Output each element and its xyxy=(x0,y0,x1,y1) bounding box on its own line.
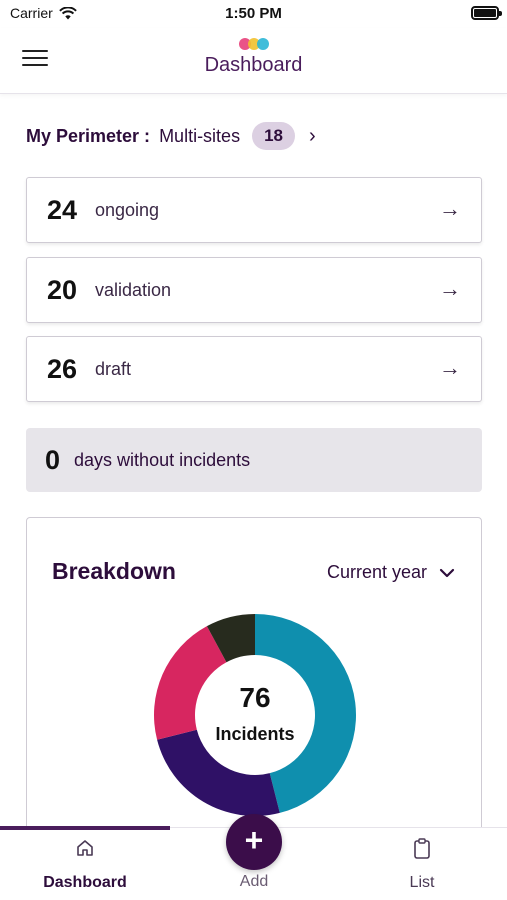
add-label: Add xyxy=(239,873,269,890)
status-card-draft[interactable]: 26 draft → xyxy=(26,336,482,402)
status-count: 20 xyxy=(47,274,78,305)
nav-list[interactable]: List xyxy=(357,838,487,892)
incident-total: 76 xyxy=(239,682,271,713)
incident-caption: Incidents xyxy=(215,724,295,744)
status-card-ongoing[interactable]: 24 ongoing → xyxy=(26,177,482,243)
clipboard-icon xyxy=(357,838,487,864)
period-value: Current year xyxy=(326,562,427,582)
arrow-right-icon: → xyxy=(439,355,461,380)
battery-icon xyxy=(471,6,502,20)
breakdown-card: Breakdown Current year 76 Incidents xyxy=(26,517,482,847)
days-without-incidents-card: 0 days without incidents xyxy=(26,428,482,492)
bottom-navigation: Dashboard + Add List xyxy=(0,814,507,900)
chevron-right-icon[interactable]: › xyxy=(309,125,316,148)
status-label: ongoing xyxy=(95,199,160,220)
app-logo xyxy=(239,38,271,50)
status-label: validation xyxy=(95,279,172,300)
chevron-down-icon xyxy=(439,568,455,577)
perimeter-selector[interactable]: My Perimeter : Multi-sites 18 › xyxy=(26,121,316,151)
page-title: Dashboard xyxy=(204,54,303,76)
status-bar: Carrier 1:50 PM xyxy=(0,0,507,28)
breakdown-title: Breakdown xyxy=(52,558,176,584)
add-button[interactable]: + xyxy=(226,814,282,870)
perimeter-count-badge: 18 xyxy=(252,122,295,150)
breakdown-donut-chart xyxy=(154,614,356,816)
status-label: draft xyxy=(95,358,132,379)
home-icon xyxy=(20,838,150,864)
nav-dashboard-label: Dashboard xyxy=(43,874,127,891)
arrow-right-icon: → xyxy=(439,276,461,301)
nav-dashboard[interactable]: Dashboard xyxy=(20,838,150,892)
status-count: 26 xyxy=(47,353,78,384)
days-count: 0 xyxy=(45,444,61,475)
active-tab-indicator xyxy=(0,826,170,830)
status-card-validation[interactable]: 20 validation → xyxy=(26,257,482,323)
arrow-right-icon: → xyxy=(439,196,461,221)
nav-list-label: List xyxy=(409,874,435,891)
perimeter-value: Multi-sites xyxy=(159,125,241,146)
days-label: days without incidents xyxy=(74,449,251,470)
app-header: Dashboard xyxy=(0,28,507,94)
logo-dot-blue xyxy=(257,38,269,50)
status-count: 24 xyxy=(47,194,78,225)
period-dropdown[interactable]: Current year xyxy=(327,562,455,583)
perimeter-label: My Perimeter : xyxy=(26,125,151,146)
status-time: 1:50 PM xyxy=(225,5,282,22)
